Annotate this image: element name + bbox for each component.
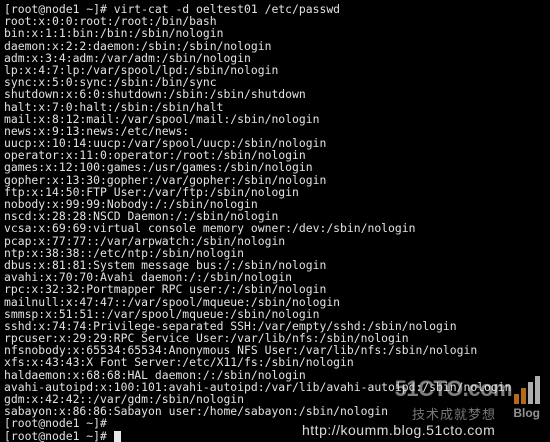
terminal-window[interactable]: [root@node1 ~]# virt-cat -d oeltest01 /e… [0,0,550,442]
watermark-blog-label: Blog [513,406,540,420]
watermark-subtitle: 技术成就梦想 [412,408,497,423]
watermark-brand: 51CTO.com [394,376,513,401]
terminal-line-text: [root@node1 ~]# [4,428,114,442]
watermark-url: http://koumm.blog.51cto.com [302,422,496,438]
text-cursor [113,430,121,442]
